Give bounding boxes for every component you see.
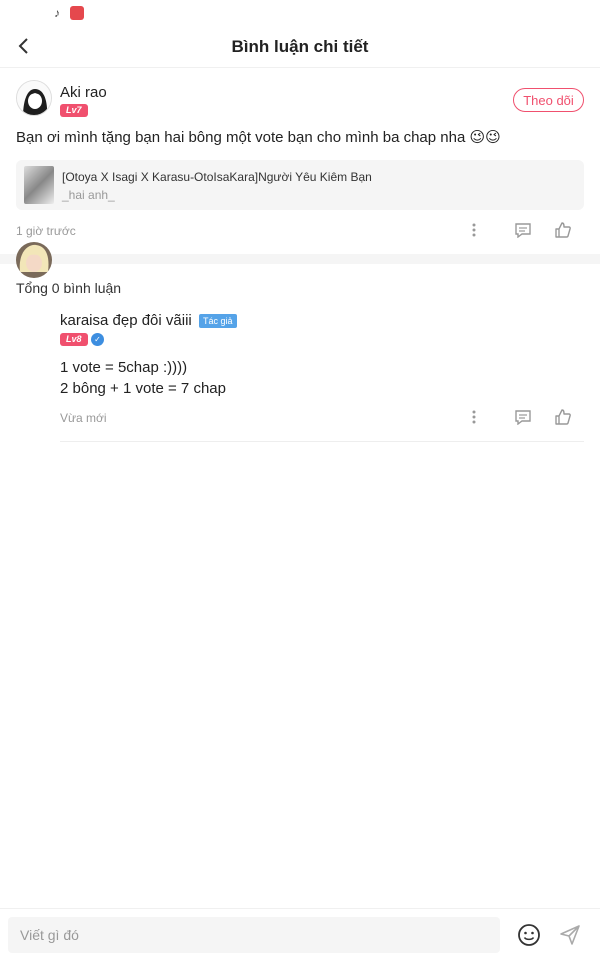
- follow-button[interactable]: Theo dõi: [513, 88, 584, 112]
- author-tag: Tác giả: [199, 314, 237, 328]
- comment-time: Vừa mới: [60, 411, 107, 425]
- page-title: Bình luận chi tiết: [231, 36, 369, 56]
- comment-input[interactable]: [8, 917, 500, 953]
- chevron-left-icon: [18, 38, 28, 54]
- composer-bar: [0, 908, 600, 960]
- section-divider: [0, 254, 600, 264]
- post-username[interactable]: Aki rao: [60, 84, 107, 101]
- story-cover-image: [24, 166, 54, 204]
- avatar-image: [17, 81, 51, 115]
- tiktok-notification-icon: ♪: [50, 6, 64, 20]
- avatar[interactable]: [16, 80, 52, 116]
- like-icon[interactable]: [552, 219, 574, 241]
- post-text: Bạn ơi mình tặng bạn hai bông một vote b…: [16, 129, 501, 146]
- story-author: _hai anh_: [62, 188, 115, 202]
- comment-avatar[interactable]: [16, 242, 52, 278]
- header-bar: Bình luận chi tiết: [0, 26, 600, 68]
- comment-separator: [60, 441, 584, 442]
- emoji-icon[interactable]: [516, 922, 542, 948]
- more-options-icon[interactable]: [463, 406, 485, 428]
- level-badge: Lv7: [60, 104, 88, 117]
- reply-icon[interactable]: [512, 406, 534, 428]
- more-options-icon[interactable]: [463, 219, 485, 241]
- comment-username[interactable]: karaisa đẹp đôi vãiii: [60, 312, 192, 329]
- app-notification-icon: [70, 6, 84, 20]
- comment-text-line: 2 bông + 1 vote = 7 chap: [60, 380, 226, 397]
- back-button[interactable]: [10, 32, 38, 60]
- post-time: 1 giờ trước: [16, 224, 76, 238]
- like-icon[interactable]: [552, 406, 574, 428]
- avatar-image: [16, 242, 52, 278]
- post-card: Aki rao Lv7 Theo dõi Bạn ơi mình tặng bạ…: [0, 68, 600, 254]
- send-icon[interactable]: [557, 922, 583, 948]
- story-card[interactable]: [Otoya X Isagi X Karasu-OtoIsaKara]Người…: [16, 160, 584, 210]
- comment-text-line: 1 vote = 5chap :)))): [60, 359, 188, 376]
- verified-icon: ✓: [91, 333, 104, 346]
- story-title: [Otoya X Isagi X Karasu-OtoIsaKara]Người…: [62, 170, 372, 184]
- reply-icon[interactable]: [512, 219, 534, 241]
- comment-count: Tổng 0 bình luận: [16, 280, 122, 296]
- level-badge: Lv8: [60, 333, 88, 346]
- status-bar: ♪: [0, 0, 600, 26]
